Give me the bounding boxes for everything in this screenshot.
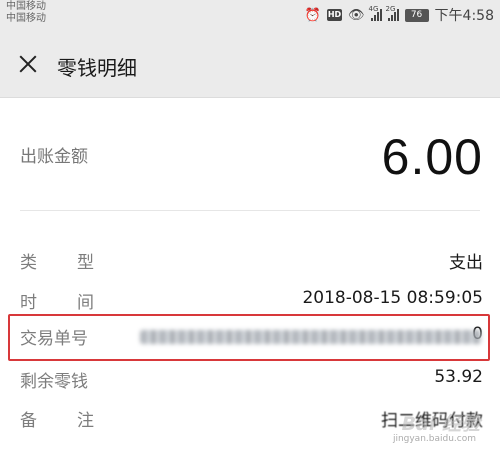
status-icons: ⏰ HD 👁 4G 2G 76 下午4:58 xyxy=(305,5,494,25)
status-bar: 中国移动 中国移动 ⏰ HD 👁 4G 2G 76 下午4:58 xyxy=(0,0,500,30)
highlight-box xyxy=(8,314,490,361)
detail-row-time: 时间 2018-08-15 08:59:05 xyxy=(0,285,500,315)
type-label: 类型 xyxy=(20,253,134,273)
note-label: 备注 xyxy=(20,411,134,431)
page-title: 零钱明细 xyxy=(57,56,137,80)
detail-row-balance: 剩余零钱 53.92 xyxy=(0,364,500,394)
alarm-icon: ⏰ xyxy=(304,7,322,23)
hd-icon: HD xyxy=(327,9,343,21)
carrier-name-2: 中国移动 xyxy=(6,13,46,24)
time-value: 2018-08-15 08:59:05 xyxy=(302,288,483,308)
balance-value: 53.92 xyxy=(434,367,483,387)
amount-value: 6.00 xyxy=(381,129,483,185)
status-time: 下午4:58 xyxy=(434,8,494,24)
watermark-url: jingyan.baidu.com xyxy=(392,434,476,444)
close-icon[interactable] xyxy=(14,50,42,78)
signal-icon: 2G xyxy=(386,5,399,21)
eye-icon: 👁 xyxy=(348,7,365,23)
signal-icon: 4G xyxy=(369,5,382,21)
nav-bar: 零钱明细 xyxy=(0,30,500,98)
type-value: 支出 xyxy=(449,253,483,273)
watermark-logo: Bai 经验 xyxy=(401,413,480,435)
time-label: 时间 xyxy=(20,293,134,313)
battery-icon: 76 xyxy=(404,8,429,22)
divider xyxy=(20,210,480,211)
detail-row-type: 类型 支出 xyxy=(0,245,500,275)
amount-label: 出账金额 xyxy=(20,147,88,167)
carrier-info: 中国移动 中国移动 xyxy=(6,1,46,25)
balance-label: 剩余零钱 xyxy=(20,372,88,392)
carrier-name-1: 中国移动 xyxy=(6,1,46,12)
